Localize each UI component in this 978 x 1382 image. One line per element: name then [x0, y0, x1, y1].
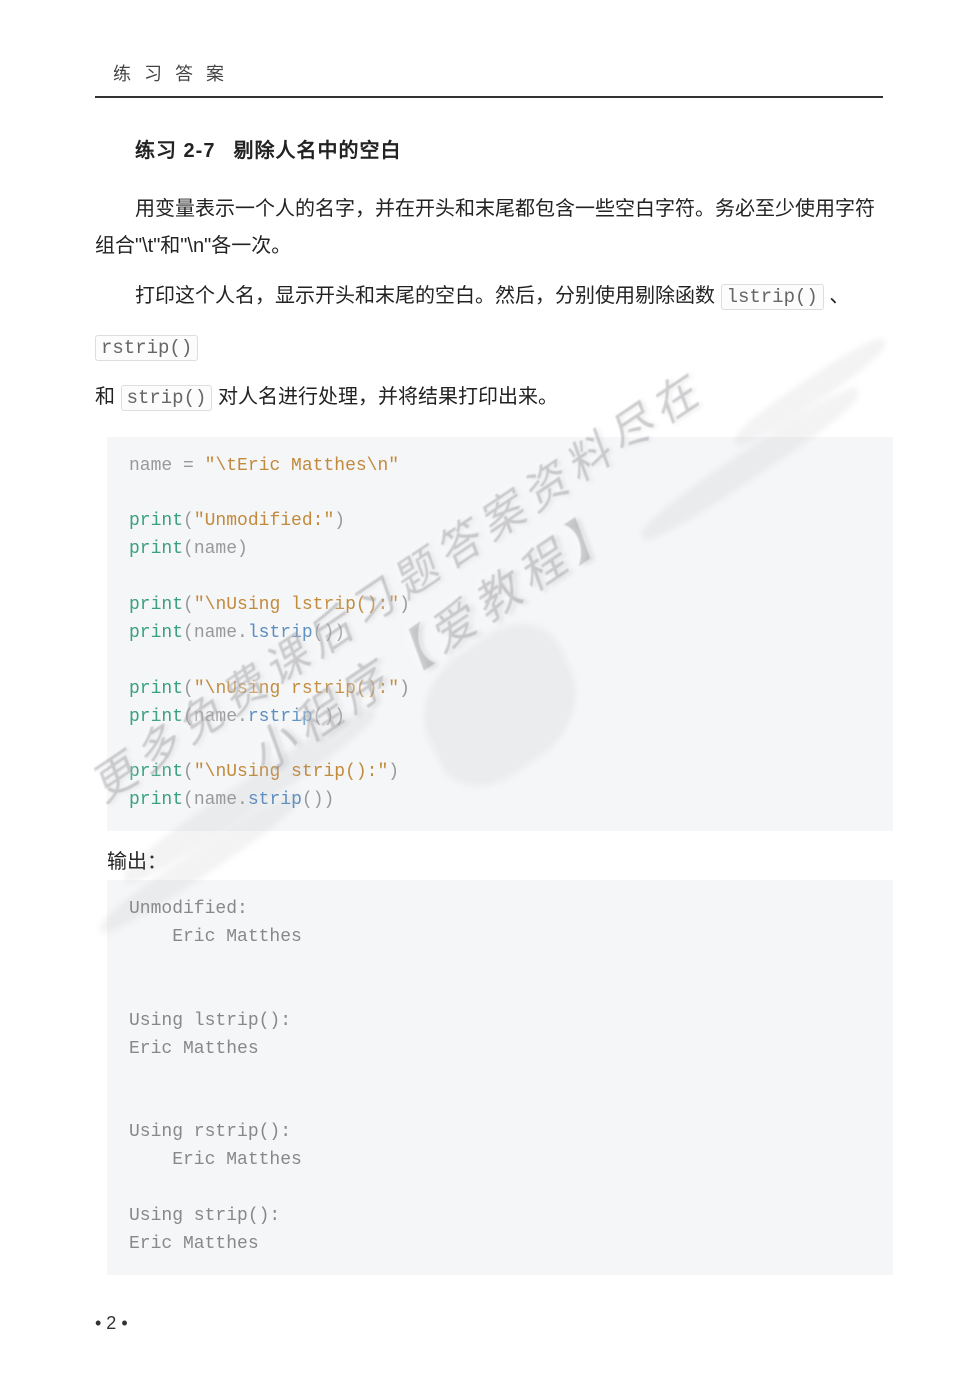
paragraph-2b: 和 strip() 对人名进行处理，并将结果打印出来。 — [95, 372, 883, 423]
paragraph-2a: 打印这个人名，显示开头和末尾的空白。然后，分别使用剔除函数 lstrip() 、… — [95, 271, 883, 372]
page-header: 练 习 答 案 — [95, 60, 883, 98]
code-rstrip: rstrip() — [95, 335, 198, 361]
code-lstrip: lstrip() — [721, 284, 824, 310]
output-label: 输出： — [107, 845, 883, 874]
exercise-heading: 练习 2-7 剔除人名中的空白 — [135, 134, 883, 163]
document-page: 练 习 答 案 练习 2-7 剔除人名中的空白 用变量表示一个人的名字，并在开头和… — [0, 0, 978, 1315]
code-strip: strip() — [121, 385, 213, 411]
exercise-number: 练习 2-7 — [135, 140, 215, 162]
code-block: name = "\tEric Matthes\n" print("Unmodif… — [107, 437, 893, 832]
page-number: • 2 • — [95, 1313, 128, 1334]
paragraph-1: 用变量表示一个人的名字，并在开头和末尾都包含一些空白字符。务必至少使用字符组合"… — [95, 191, 883, 265]
output-block: Unmodified: Eric Matthes Using lstrip():… — [107, 880, 893, 1275]
exercise-name: 剔除人名中的空白 — [233, 140, 401, 162]
